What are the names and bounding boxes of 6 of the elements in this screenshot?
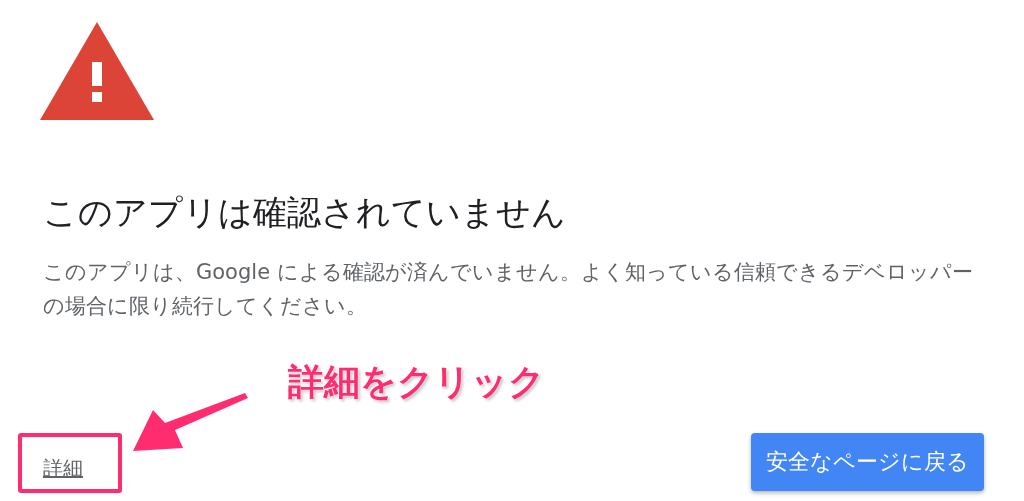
warning-message: このアプリは、Google による確認が済んでいません。よく知っている信頼できるデベロッパーの場合に限り続行してください。 (43, 259, 974, 320)
details-link[interactable]: 詳細 (43, 454, 83, 482)
back-to-safety-button[interactable]: 安全なページに戻る (751, 433, 984, 491)
page-title: このアプリは確認されていません (43, 191, 567, 234)
annotation-text: 詳細をクリック (288, 360, 545, 404)
warning-icon (40, 22, 154, 120)
